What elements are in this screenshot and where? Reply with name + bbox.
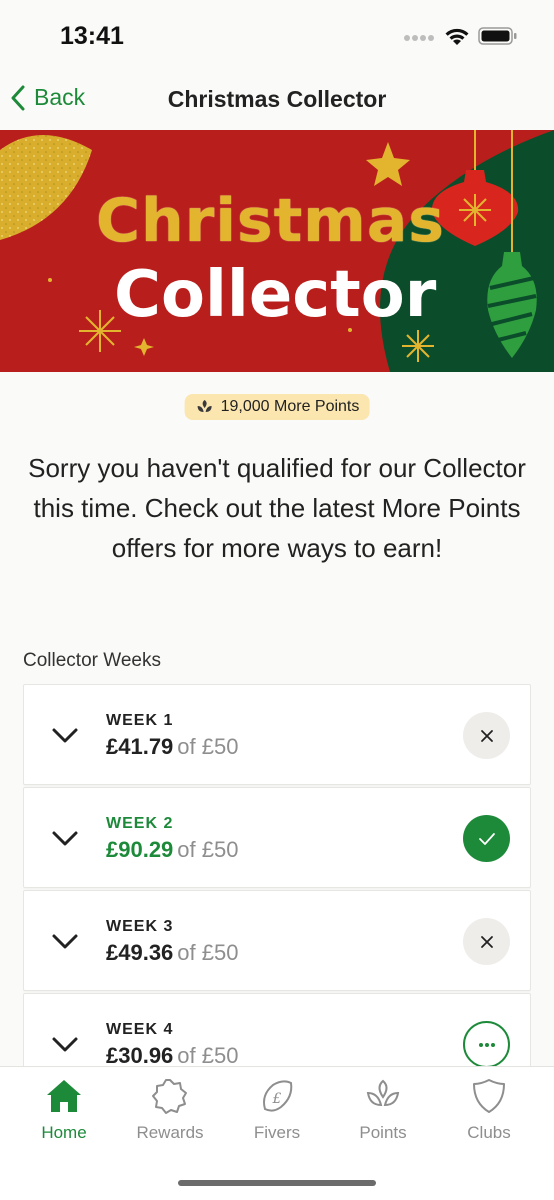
points-badge-text: 19,000 More Points	[220, 398, 360, 415]
points-leaf-icon	[197, 400, 212, 412]
week-spent: £90.29	[106, 837, 174, 862]
week-target: of £50	[177, 837, 239, 862]
week-label: WEEK 2	[106, 815, 174, 832]
week-target: of £50	[177, 1043, 239, 1066]
status-in-progress	[463, 1021, 510, 1066]
status-time: 13:41	[60, 22, 124, 50]
status-not-qualified	[463, 712, 510, 759]
week-row[interactable]: WEEK 1 £41.79 of £50	[23, 684, 531, 785]
home-icon	[47, 1080, 81, 1112]
week-label: WEEK 3	[106, 918, 174, 935]
points-badge: 19,000 More Points	[184, 394, 370, 420]
week-row[interactable]: WEEK 3 £49.36 of £50	[23, 890, 531, 991]
cross-icon	[480, 729, 493, 742]
page-title: Christmas Collector	[167, 86, 387, 112]
not-qualified-message: Sorry you haven't qualified for our Coll…	[28, 453, 526, 563]
week-label: WEEK 4	[106, 1021, 174, 1038]
tab-label: Fivers	[253, 1123, 301, 1142]
section-title: Collector Weeks	[23, 650, 161, 671]
tab-label: Home	[41, 1123, 87, 1142]
more-dots-icon	[478, 1042, 495, 1047]
tab-label: Rewards	[136, 1123, 204, 1142]
christmas-collector-banner: Christmas Collector	[0, 130, 554, 372]
chevron-down-icon[interactable]	[50, 723, 80, 747]
banner-title-line2: Collector	[114, 258, 437, 332]
chevron-down-icon[interactable]	[50, 929, 80, 953]
week-spent: £30.96	[106, 1043, 174, 1066]
collector-weeks-list: WEEK 1 £41.79 of £50 WEEK 2 £90.29 of £50 …	[23, 684, 531, 1066]
svg-text:£: £	[272, 1091, 282, 1107]
status-not-qualified	[463, 918, 510, 965]
week-target: of £50	[177, 940, 239, 965]
tab-points[interactable]: Points	[328, 1067, 438, 1157]
cross-icon	[480, 935, 493, 948]
tab-label: Clubs	[467, 1123, 511, 1142]
week-amount: £41.79 of £50	[106, 734, 238, 760]
status-bar: 13:41	[0, 0, 554, 74]
status-qualified	[463, 815, 510, 862]
tab-rewards[interactable]: Rewards	[115, 1067, 225, 1157]
week-amount: £49.36 of £50	[106, 940, 238, 966]
chevron-down-icon[interactable]	[50, 826, 80, 850]
week-amount: £30.96 of £50	[106, 1043, 238, 1066]
week-row[interactable]: WEEK 4 £30.96 of £50	[23, 993, 531, 1066]
banner-title-line1: Christmas	[96, 186, 446, 256]
tab-label: Points	[359, 1123, 407, 1142]
week-spent: £41.79	[106, 734, 174, 759]
tab-clubs[interactable]: Clubs	[434, 1067, 544, 1157]
week-row[interactable]: WEEK 2 £90.29 of £50	[23, 787, 531, 888]
clubs-shield-icon	[473, 1079, 505, 1113]
wifi-icon	[445, 28, 469, 45]
gold-star-icon	[366, 142, 410, 186]
battery-icon	[478, 27, 517, 45]
tab-fivers[interactable]: £ Fivers	[222, 1067, 332, 1157]
chevron-down-icon[interactable]	[50, 1032, 80, 1056]
home-indicator[interactable]	[178, 1180, 376, 1186]
week-spent: £49.36	[106, 940, 174, 965]
checkmark-icon	[478, 832, 495, 845]
navigation-bar: Back Christmas Collector	[0, 74, 554, 130]
tab-home[interactable]: Home	[9, 1067, 119, 1157]
week-label: WEEK 1	[106, 712, 174, 729]
cellular-signal-icon	[404, 35, 434, 41]
week-amount: £90.29 of £50	[106, 837, 238, 863]
points-leaf-icon	[366, 1079, 400, 1107]
fivers-pound-icon: £	[263, 1080, 293, 1112]
rewards-badge-icon	[152, 1079, 187, 1114]
week-target: of £50	[177, 734, 239, 759]
